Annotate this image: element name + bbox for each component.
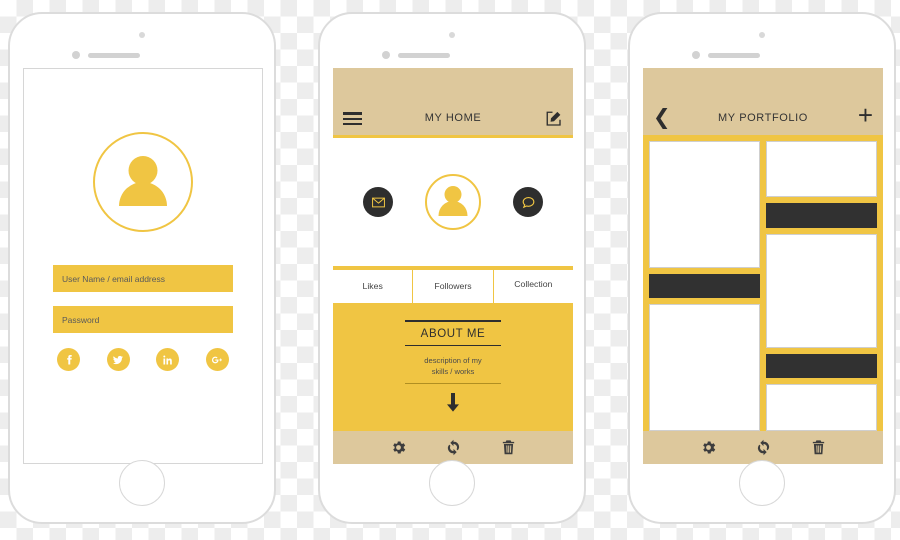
screenshot-canvas: MY HOME [0, 0, 900, 540]
about-rule-top [405, 320, 501, 322]
envelope-mail-icon[interactable] [363, 187, 393, 217]
portfolio-card[interactable] [649, 304, 760, 431]
facebook-icon[interactable] [57, 348, 80, 371]
proximity-sensor-dot [72, 51, 80, 59]
portfolio-screen: ❮ MY PORTFOLIO + [643, 68, 883, 464]
about-rule-bottom [405, 383, 501, 385]
tab-collection[interactable]: Collection [492, 270, 573, 303]
earpiece-speaker [398, 53, 450, 58]
compose-edit-icon[interactable] [545, 110, 563, 128]
tab-followers[interactable]: Followers [412, 270, 492, 303]
portfolio-caption-bar[interactable] [766, 202, 877, 229]
login-avatar-icon [93, 132, 193, 232]
front-camera-dot [139, 32, 145, 38]
home-topbar: MY HOME [333, 68, 573, 135]
about-rule-middle [405, 344, 501, 347]
settings-gear-icon[interactable] [390, 439, 407, 456]
phone-mockup-home: MY HOME Likes Followers Collection ABOUT… [318, 12, 586, 524]
refresh-sync-icon[interactable] [755, 439, 772, 456]
social-login-row [53, 348, 233, 371]
portfolio-caption-bar[interactable] [649, 273, 760, 299]
portfolio-card[interactable] [766, 234, 877, 348]
profile-action-panel [333, 138, 573, 266]
phone-mockup-login [8, 12, 276, 524]
about-me-section: ABOUT ME description of my skills / work… [333, 303, 573, 431]
plus-add-icon[interactable]: + [858, 102, 873, 128]
tab-likes-label: Likes [362, 281, 383, 292]
proximity-sensor-dot [692, 51, 700, 59]
about-heading: ABOUT ME [420, 327, 486, 340]
portfolio-card[interactable] [649, 141, 760, 268]
refresh-sync-icon[interactable] [445, 439, 462, 456]
tab-collection-label: Collection [514, 279, 553, 289]
portfolio-caption-bar[interactable] [766, 353, 877, 378]
page-title: MY PORTFOLIO [718, 112, 808, 124]
earpiece-speaker [88, 53, 140, 58]
twitter-icon[interactable] [106, 348, 130, 371]
login-screen [23, 68, 263, 464]
google-plus-icon[interactable] [205, 348, 229, 371]
portfolio-column-left [649, 141, 760, 431]
home-screen: MY HOME Likes Followers Collection ABOUT… [333, 68, 573, 464]
portfolio-topbar: ❮ MY PORTFOLIO + [643, 68, 883, 135]
about-description: description of my skills / works [424, 356, 482, 377]
phone-mockup-portfolio: ❮ MY PORTFOLIO + [628, 12, 896, 524]
home-button[interactable] [429, 460, 475, 506]
tab-followers-label: Followers [434, 281, 472, 292]
user-avatar-icon[interactable] [425, 174, 481, 230]
page-title: MY HOME [424, 112, 482, 124]
tab-likes[interactable]: Likes [333, 270, 412, 303]
stats-tabs: Likes Followers Collection [333, 270, 573, 303]
front-camera-dot [759, 32, 765, 38]
trash-delete-icon[interactable] [810, 439, 827, 456]
home-button[interactable] [119, 460, 165, 506]
portfolio-card[interactable] [766, 141, 877, 197]
home-button[interactable] [739, 460, 785, 506]
earpiece-speaker [708, 53, 760, 58]
portfolio-card[interactable] [766, 383, 877, 431]
linkedin-icon[interactable] [156, 348, 180, 371]
password-input[interactable] [53, 306, 233, 333]
username-input[interactable] [53, 265, 233, 292]
chat-bubble-icon[interactable] [513, 187, 543, 217]
front-camera-dot [449, 32, 455, 38]
proximity-sensor-dot [382, 51, 390, 59]
down-arrow-icon[interactable] [445, 393, 461, 413]
portfolio-column-right [766, 141, 877, 431]
trash-delete-icon[interactable] [500, 439, 517, 456]
settings-gear-icon[interactable] [700, 439, 717, 456]
portfolio-grid [643, 135, 883, 431]
